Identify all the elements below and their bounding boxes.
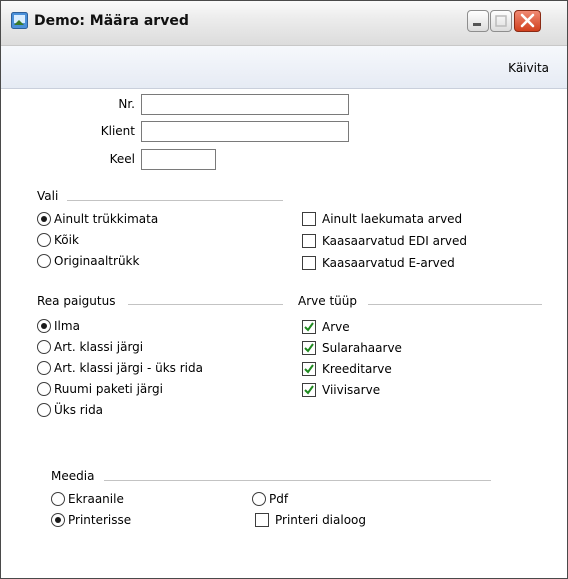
media-title: Meedia bbox=[51, 469, 95, 483]
nr-label: Nr. bbox=[118, 97, 135, 111]
checkbox-cash-invoice[interactable]: Sularahaarve bbox=[302, 339, 402, 357]
radio-by-item-class-one-row[interactable]: Art. klassi järgi - üks rida bbox=[37, 359, 203, 377]
select-group-title: Vali bbox=[37, 189, 59, 203]
checkbox-box bbox=[255, 513, 269, 527]
checkmark-icon bbox=[304, 385, 314, 395]
radio-printer[interactable]: Printerisse bbox=[51, 511, 131, 529]
checkmark-icon bbox=[304, 322, 314, 332]
radio-label: Art. klassi järgi - üks rida bbox=[54, 361, 203, 375]
radio-indicator bbox=[37, 254, 51, 268]
radio-label: Üks rida bbox=[54, 403, 104, 417]
checkbox-label: Kaasaarvatud E-arved bbox=[322, 256, 455, 270]
radio-label: Ruumi paketi järgi bbox=[54, 382, 163, 396]
checkbox-label: Viivisarve bbox=[322, 383, 381, 397]
checkbox-box bbox=[302, 234, 316, 248]
form-content: Nr. Klient Keel Vali Ainult trükkimata K… bbox=[1, 89, 567, 578]
radio-by-room-package[interactable]: Ruumi paketi järgi bbox=[37, 380, 163, 398]
app-icon bbox=[11, 12, 28, 29]
radio-none[interactable]: Ilma bbox=[37, 317, 80, 335]
radio-by-item-class[interactable]: Art. klassi järgi bbox=[37, 338, 143, 356]
radio-indicator bbox=[37, 382, 51, 396]
radio-all[interactable]: Kõik bbox=[37, 231, 79, 249]
checkbox-box bbox=[302, 320, 316, 334]
checkbox-include-e-invoices[interactable]: Kaasaarvatud E-arved bbox=[302, 254, 455, 272]
radio-indicator bbox=[37, 319, 51, 333]
radio-original-print[interactable]: Originaaltrükk bbox=[37, 252, 139, 270]
radio-only-unprinted[interactable]: Ainult trükkimata bbox=[37, 210, 158, 228]
checkmark-icon bbox=[304, 343, 314, 353]
radio-indicator bbox=[37, 340, 51, 354]
dialog-window: Demo: Määra arved Käivita Nr. Klient Kee… bbox=[0, 0, 568, 579]
language-field[interactable] bbox=[141, 149, 216, 170]
toolbar: Käivita bbox=[1, 46, 567, 89]
close-icon bbox=[520, 13, 535, 28]
nr-field[interactable] bbox=[141, 94, 349, 115]
radio-label: Kõik bbox=[54, 233, 79, 247]
client-field[interactable] bbox=[141, 121, 349, 142]
radio-label: Printerisse bbox=[68, 513, 132, 527]
language-label: Keel bbox=[109, 152, 135, 166]
minimize-button[interactable] bbox=[467, 10, 489, 32]
radio-label: Ainult trükkimata bbox=[54, 212, 159, 226]
radio-label: Ekraanile bbox=[68, 492, 124, 506]
row-layout-title: Rea paigutus bbox=[37, 294, 116, 308]
checkbox-box bbox=[302, 362, 316, 376]
radio-indicator bbox=[37, 361, 51, 375]
window-title: Demo: Määra arved bbox=[34, 13, 189, 29]
radio-pdf[interactable]: Pdf bbox=[252, 490, 288, 508]
radio-indicator bbox=[252, 492, 266, 506]
checkbox-label: Sularahaarve bbox=[322, 341, 402, 355]
client-label: Klient bbox=[100, 124, 135, 138]
maximize-icon bbox=[495, 15, 507, 27]
close-button[interactable] bbox=[514, 10, 541, 32]
radio-one-row[interactable]: Üks rida bbox=[37, 401, 103, 419]
checkbox-label: Arve bbox=[322, 320, 350, 334]
checkbox-box bbox=[302, 212, 316, 226]
checkmark-icon bbox=[304, 364, 314, 374]
checkbox-print-dialog[interactable]: Printeri dialoog bbox=[255, 511, 366, 529]
invoice-type-divider bbox=[368, 304, 542, 305]
checkbox-include-edi[interactable]: Kaasaarvatud EDI arved bbox=[302, 232, 467, 250]
checkbox-credit-note[interactable]: Kreeditarve bbox=[302, 360, 392, 378]
checkbox-only-unpaid[interactable]: Ainult laekumata arved bbox=[302, 210, 462, 228]
checkbox-invoice[interactable]: Arve bbox=[302, 318, 350, 336]
invoice-type-title: Arve tüüp bbox=[298, 294, 357, 308]
checkbox-label: Ainult laekumata arved bbox=[322, 212, 463, 226]
row-layout-divider bbox=[128, 304, 283, 305]
radio-indicator bbox=[37, 403, 51, 417]
select-group-divider bbox=[67, 200, 283, 201]
title-bar[interactable]: Demo: Määra arved bbox=[1, 1, 567, 46]
checkbox-label: Kaasaarvatud EDI arved bbox=[322, 234, 468, 248]
checkbox-box bbox=[302, 256, 316, 270]
checkbox-box bbox=[302, 341, 316, 355]
checkbox-label: Kreeditarve bbox=[322, 362, 392, 376]
radio-indicator bbox=[51, 492, 65, 506]
radio-indicator bbox=[37, 233, 51, 247]
radio-indicator bbox=[51, 513, 65, 527]
maximize-button[interactable] bbox=[490, 10, 512, 32]
radio-label: Ilma bbox=[54, 319, 80, 333]
run-button[interactable]: Käivita bbox=[508, 61, 549, 75]
checkbox-interest-invoice[interactable]: Viivisarve bbox=[302, 381, 380, 399]
media-divider bbox=[104, 480, 491, 481]
radio-screen[interactable]: Ekraanile bbox=[51, 490, 124, 508]
radio-label: Art. klassi järgi bbox=[54, 340, 144, 354]
minimize-icon bbox=[473, 23, 481, 26]
radio-indicator bbox=[37, 212, 51, 226]
checkbox-label: Printeri dialoog bbox=[275, 513, 367, 527]
radio-label: Pdf bbox=[269, 492, 289, 506]
radio-label: Originaaltrükk bbox=[54, 254, 140, 268]
checkbox-box bbox=[302, 383, 316, 397]
